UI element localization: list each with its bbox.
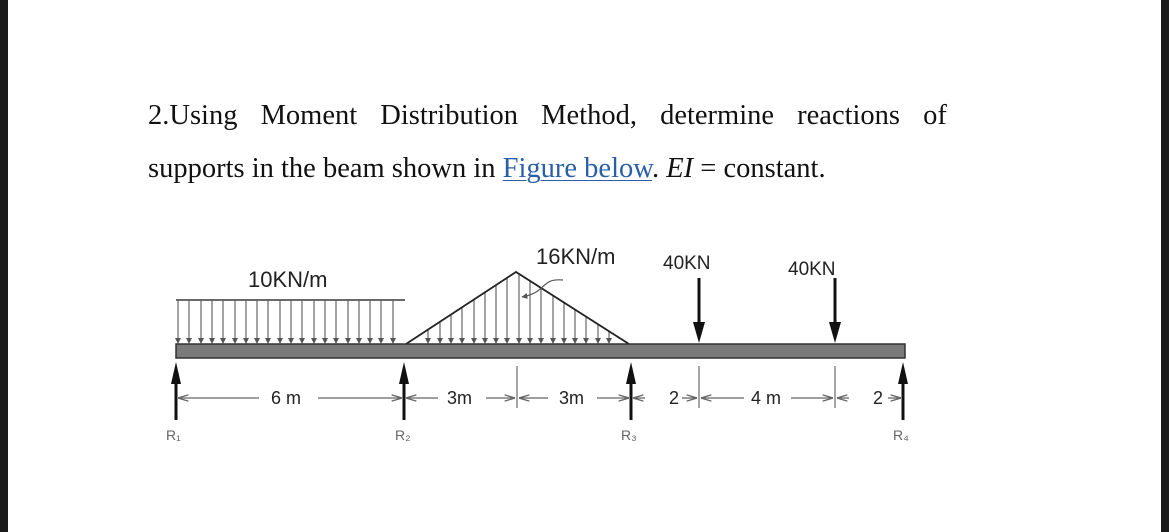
dim-label-span3b: 4 m: [751, 388, 781, 408]
udl-arrow-head: [186, 338, 192, 344]
udl-arrow-head: [299, 338, 305, 344]
udl-arrow-head: [209, 338, 215, 344]
udl-arrow-head: [277, 338, 283, 344]
triangular-load: [405, 270, 630, 345]
triangular-arrow-head: [504, 338, 510, 344]
beam-figure: 10KN/m 16KN/m 40KN 40KN 6 m 3m 3m 2 4 m …: [166, 244, 909, 443]
udl-arrow-head: [265, 338, 271, 344]
triangular-arrow-head: [482, 338, 488, 344]
udl-label: 10KN/m: [248, 267, 327, 292]
triangular-arrow-head: [448, 338, 454, 344]
udl-arrow-head: [232, 338, 238, 344]
udl-arrow-head: [356, 338, 362, 344]
triangular-arrow-head: [425, 338, 431, 344]
reaction-arrow-r3: [626, 362, 636, 420]
udl-arrow-head: [390, 338, 396, 344]
point-load-1-label: 40KN: [663, 253, 711, 274]
reaction-arrow-r1: [171, 362, 181, 420]
udl-arrow-head: [345, 338, 351, 344]
triangular-arrow-head: [606, 338, 612, 344]
udl-arrow-head: [254, 338, 260, 344]
triangular-label: 16KN/m: [536, 244, 615, 269]
point-load-1: [693, 278, 705, 343]
udl-arrow-head: [378, 338, 384, 344]
triangular-arrow-head: [561, 338, 567, 344]
triangular-arrow-head: [471, 338, 477, 344]
udl-arrows: [175, 300, 396, 344]
triangular-arrow-head: [550, 338, 556, 344]
reaction-arrow-r2: [399, 362, 409, 420]
support-label-r4: R₄: [893, 427, 909, 443]
point-load-2-label: 40KN: [788, 259, 836, 280]
support-label-r2: R₂: [395, 427, 411, 443]
udl-arrow-head: [243, 338, 249, 344]
udl-arrow-head: [288, 338, 294, 344]
udl-arrow-head: [322, 338, 328, 344]
dim-label-span3c: 2: [873, 388, 883, 408]
triangular-arrow-head: [538, 338, 544, 344]
udl-arrow-head: [367, 338, 373, 344]
udl-arrow-head: [175, 338, 181, 344]
triangular-arrow-head: [437, 338, 443, 344]
document-page: 2.Using Moment Distribution Method, dete…: [8, 0, 1161, 532]
udl-arrow-head: [220, 338, 226, 344]
reaction-arrow-r4: [898, 362, 908, 420]
dim-label-span2a: 3m: [447, 388, 472, 408]
udl-arrow-head: [333, 338, 339, 344]
triangular-arrow-head: [583, 338, 589, 344]
udl-arrow-head: [198, 338, 204, 344]
support-label-r1: R₁: [166, 427, 181, 443]
beam: [175, 343, 906, 359]
udl-arrow-head: [311, 338, 317, 344]
triangular-arrow-head: [516, 338, 522, 344]
triangular-arrows: [425, 273, 612, 344]
triangular-arrow-head: [459, 338, 465, 344]
support-label-r3: R₃: [621, 427, 637, 443]
dim-label-span3a: 2: [669, 388, 679, 408]
triangular-arrow-head: [493, 338, 499, 344]
triangular-arrow-head: [595, 338, 601, 344]
dim-label-span1: 6 m: [271, 388, 301, 408]
dim-label-span2b: 3m: [559, 388, 584, 408]
triangular-arrow-head: [572, 338, 578, 344]
udl-load: [175, 299, 405, 344]
point-load-2: [829, 278, 841, 343]
triangular-arrow-head: [527, 338, 533, 344]
